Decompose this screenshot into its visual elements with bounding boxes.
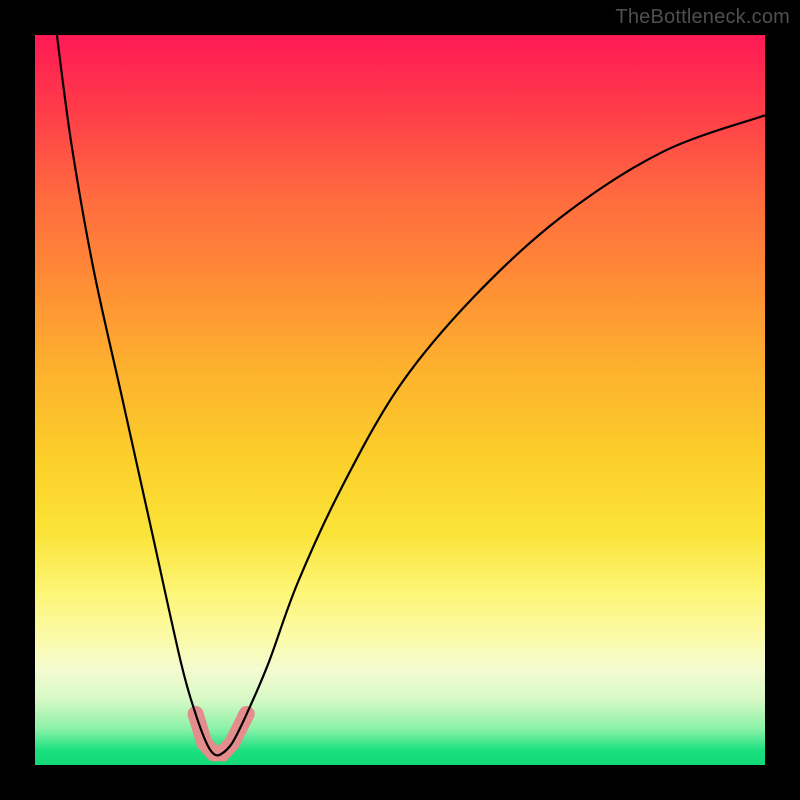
bottleneck-curve [57,35,765,755]
watermark-text: TheBottleneck.com [615,6,790,29]
curve-layer [35,35,765,765]
chart-frame: TheBottleneck.com [0,0,800,800]
plot-area [35,35,765,765]
